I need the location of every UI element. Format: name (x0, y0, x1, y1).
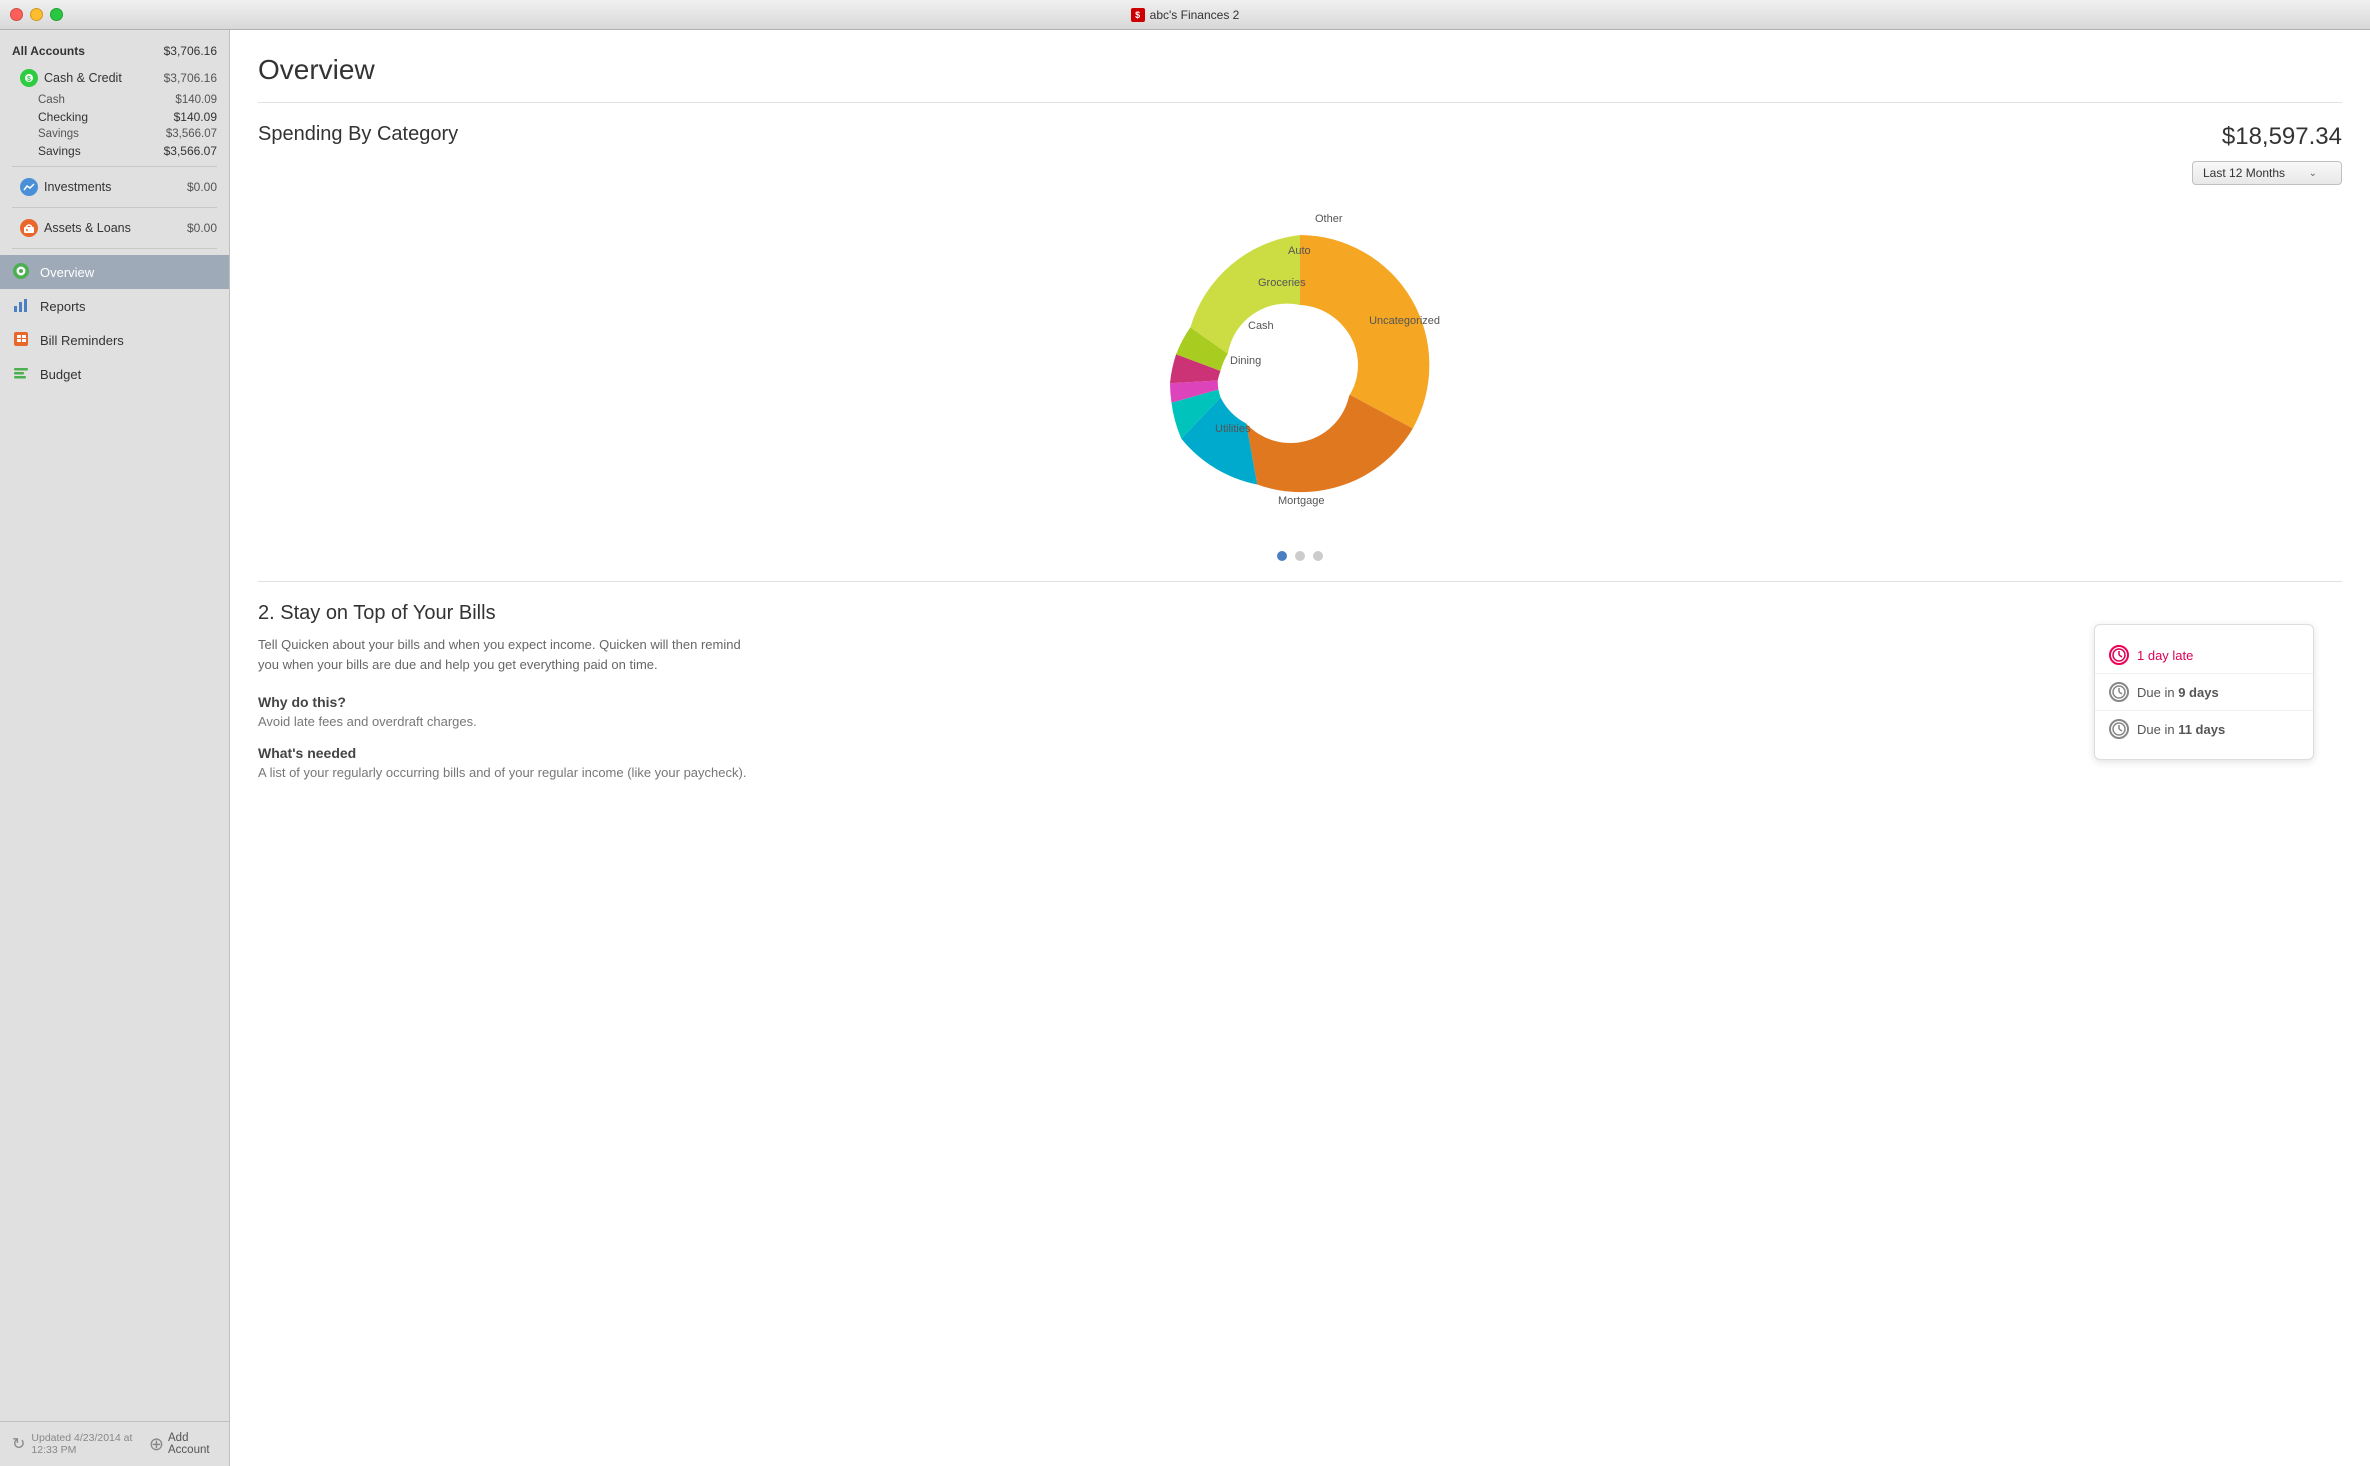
nav-budget-label: Budget (40, 367, 81, 382)
titlebar: abc's Finances 2 (0, 0, 2370, 30)
checking-account[interactable]: Checking $140.09 (0, 108, 229, 126)
updated-text: Updated 4/23/2014 at 12:33 PM (31, 1432, 149, 1456)
cash-credit-section: $ Cash & Credit $3,706.16 Cash $140.09 C… (0, 64, 229, 160)
label-uncategorized: Uncategorized (1369, 315, 1440, 327)
reports-icon (12, 296, 32, 316)
bills-title: 2. Stay on Top of Your Bills (258, 602, 2342, 625)
bills-visual: 1 day late Due in 9 days (2082, 635, 2342, 780)
sidebar: All Accounts $3,706.16 $ Cash & Credit $… (0, 30, 230, 1466)
window-controls (10, 8, 63, 21)
spending-total: $18,597.34 (2222, 123, 2342, 151)
nav-overview-label: Overview (40, 265, 94, 280)
cash-credit-amount: $3,706.16 (164, 71, 217, 85)
savings-account[interactable]: Savings $3,566.07 (0, 142, 229, 160)
divider-1 (12, 166, 217, 167)
bills-reminder-panel: 1 day late Due in 9 days (2094, 624, 2314, 760)
add-account-label: Add Account (168, 1432, 217, 1456)
bill-item-late: 1 day late (2095, 637, 2313, 674)
label-dining: Dining (1230, 355, 1261, 367)
add-account-button[interactable]: ⊕ Add Account (149, 1432, 217, 1456)
what-title: What's needed (258, 745, 2082, 761)
pagination-dot-2[interactable] (1295, 551, 1305, 561)
bill-item-9days: Due in 9 days (2095, 674, 2313, 711)
nav-bill-reminders[interactable]: Bill Reminders (0, 323, 229, 357)
bill-item-11days: Due in 11 days (2095, 711, 2313, 747)
bill-11days-text: Due in 11 days (2137, 722, 2225, 737)
what-desc: A list of your regularly occurring bills… (258, 765, 2082, 780)
label-other: Other (1315, 213, 1343, 225)
budget-icon (12, 364, 32, 384)
nav-reports-label: Reports (40, 299, 86, 314)
spending-title: Spending By Category (258, 123, 458, 146)
assets-loans-amount: $0.00 (187, 221, 217, 235)
cash-sub-label: Cash $140.09 (0, 92, 229, 108)
why-title: Why do this? (258, 694, 2082, 710)
all-accounts-label: All Accounts (12, 44, 85, 58)
label-utilities: Utilities (1215, 423, 1250, 435)
pagination-dot-1[interactable] (1277, 551, 1287, 561)
bills-section: 2. Stay on Top of Your Bills Tell Quicke… (258, 602, 2342, 780)
savings-sub-label: Savings $3,566.07 (0, 126, 229, 142)
maximize-button[interactable] (50, 8, 63, 21)
label-mortgage: Mortgage (1278, 495, 1324, 507)
add-icon: ⊕ (149, 1434, 164, 1455)
spending-section: Spending By Category $18,597.34 Last 12 … (258, 123, 2342, 561)
cash-credit-label: Cash & Credit (44, 71, 122, 85)
all-accounts-amount: $3,706.16 (164, 44, 217, 58)
nav-budget[interactable]: Budget (0, 357, 229, 391)
investments-icon (20, 178, 38, 196)
label-auto: Auto (1288, 245, 1311, 257)
cash-credit-header[interactable]: $ Cash & Credit $3,706.16 (0, 64, 229, 92)
assets-loans-header[interactable]: Assets & Loans $0.00 (0, 214, 229, 242)
label-groceries: Groceries (1258, 277, 1306, 289)
chevron-down-icon: ⌄ (2309, 168, 2317, 179)
divider-3 (12, 248, 217, 249)
assets-loans-label: Assets & Loans (44, 221, 131, 235)
bill-late-text: 1 day late (2137, 648, 2193, 663)
section-divider-2 (258, 581, 2342, 582)
soon-clock-icon-1 (2109, 682, 2129, 702)
minimize-button[interactable] (30, 8, 43, 21)
spending-chart: Other Auto Groceries Cash Dining Utiliti… (258, 195, 2342, 535)
late-clock-icon (2109, 645, 2129, 665)
soon-clock-icon-2 (2109, 719, 2129, 739)
page-title: Overview (258, 54, 2342, 86)
window-title: abc's Finances 2 (1131, 8, 1240, 22)
nav-overview[interactable]: Overview (0, 255, 229, 289)
main-content: Overview Spending By Category $18,597.34… (230, 30, 2370, 1466)
investments-label: Investments (44, 180, 111, 194)
refresh-icon[interactable]: ↻ (12, 1434, 25, 1454)
cash-credit-icon: $ (20, 69, 38, 87)
nav-bill-reminders-label: Bill Reminders (40, 333, 124, 348)
bill-9days-text: Due in 9 days (2137, 685, 2219, 700)
nav-reports[interactable]: Reports (0, 289, 229, 323)
close-button[interactable] (10, 8, 23, 21)
svg-text:$: $ (27, 76, 31, 83)
title-divider (258, 102, 2342, 103)
app-icon (1131, 8, 1145, 22)
chart-pagination (258, 551, 2342, 561)
label-cash: Cash (1248, 320, 1274, 332)
bill-reminders-icon (12, 330, 32, 350)
sidebar-footer: ↻ Updated 4/23/2014 at 12:33 PM ⊕ Add Ac… (0, 1421, 229, 1466)
investments-header[interactable]: Investments $0.00 (0, 173, 229, 201)
all-accounts-header[interactable]: All Accounts $3,706.16 (0, 38, 229, 64)
bills-description: Tell Quicken about your bills and when y… (258, 635, 758, 674)
time-range-dropdown[interactable]: Last 12 Months ⌄ (2192, 161, 2342, 185)
time-range-value: Last 12 Months (2203, 166, 2285, 180)
overview-icon (12, 262, 32, 282)
pagination-dot-3[interactable] (1313, 551, 1323, 561)
assets-loans-icon (20, 219, 38, 237)
why-desc: Avoid late fees and overdraft charges. (258, 714, 2082, 729)
investments-amount: $0.00 (187, 180, 217, 194)
divider-2 (12, 207, 217, 208)
